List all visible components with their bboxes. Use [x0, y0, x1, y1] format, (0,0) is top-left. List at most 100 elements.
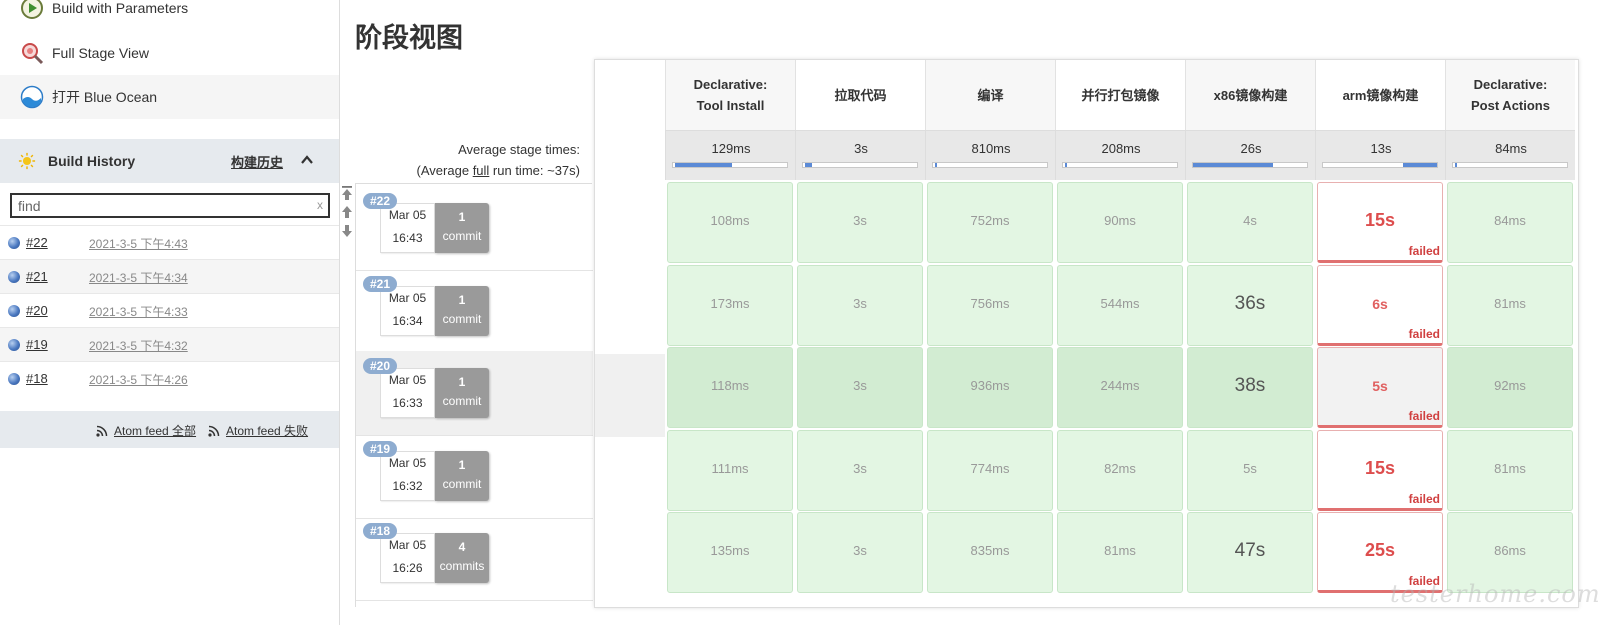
stage-cell[interactable]: 81ms: [1057, 512, 1183, 593]
build-run-row[interactable]: Mar 05 16:34 1 commit #21: [356, 269, 593, 354]
stage-cell[interactable]: 752ms: [927, 182, 1053, 263]
stage-cell[interactable]: 135ms: [667, 512, 793, 593]
stage-cell[interactable]: 90ms: [1057, 182, 1183, 263]
stage-cell[interactable]: 111ms: [667, 429, 793, 511]
stage-cell[interactable]: 3s: [797, 347, 923, 428]
run-number-badge[interactable]: #18: [363, 523, 397, 539]
commit-count: 1: [458, 457, 466, 472]
run-number-badge[interactable]: #20: [363, 358, 397, 374]
stage-cell[interactable]: 47s: [1187, 512, 1313, 593]
build-date-link[interactable]: 2021-3-5 下午4:26: [89, 371, 188, 388]
stage-cell[interactable]: 544ms: [1057, 264, 1183, 346]
build-trend-link[interactable]: 构建历史: [231, 152, 283, 171]
full-stage-view-task[interactable]: Full Stage View: [0, 31, 339, 75]
build-run-row[interactable]: Mar 05 16:32 1 commit #19: [356, 434, 593, 519]
build-date-link[interactable]: 2021-3-5 下午4:34: [89, 269, 188, 286]
history-row: #20 2021-3-5 下午4:33: [0, 293, 339, 327]
chevron-up-icon[interactable]: [300, 153, 314, 167]
stage-cell[interactable]: 3s: [797, 512, 923, 593]
stage-duration: 84ms: [1494, 213, 1526, 228]
history-row: #18 2021-3-5 下午4:26: [0, 361, 339, 395]
run-time: 16:26: [392, 561, 423, 575]
status-ball-icon: [8, 305, 20, 317]
stage-cell[interactable]: 5s: [1187, 429, 1313, 511]
run-commits-box[interactable]: 1 commit: [435, 285, 489, 336]
run-date-box: Mar 05 16:33: [380, 368, 435, 418]
stage-cell[interactable]: 4s: [1187, 182, 1313, 263]
stage-cell[interactable]: 756ms: [927, 264, 1053, 346]
commit-label: commits: [439, 559, 485, 573]
build-run-row[interactable]: Mar 05 16:43 1 commit #22: [356, 186, 593, 271]
stage-cell[interactable]: 3s: [797, 264, 923, 346]
status-ball-icon: [8, 373, 20, 385]
stage-cell[interactable]: 774ms: [927, 429, 1053, 511]
clear-search-icon[interactable]: x: [317, 198, 323, 212]
stage-cell[interactable]: 92ms: [1447, 347, 1573, 428]
rss-icon: [96, 425, 108, 437]
page-title: 阶段视图: [355, 23, 463, 53]
build-with-parameters-task[interactable]: Build with Parameters: [0, 0, 339, 30]
stage-cell[interactable]: 936ms: [927, 347, 1053, 428]
run-time: 16:32: [392, 478, 423, 493]
stage-cell[interactable]: 244ms: [1057, 347, 1183, 428]
scroll-up-icon[interactable]: [341, 205, 353, 219]
commit-count: 1: [458, 210, 466, 224]
build-run-row[interactable]: Mar 05 16:33 1 commit #20: [356, 351, 593, 436]
run-number-badge[interactable]: #22: [363, 193, 397, 209]
commit-label: commit: [442, 229, 482, 243]
run-commits-box[interactable]: 1 commit: [435, 203, 489, 253]
run-time: 16:34: [392, 313, 423, 328]
build-number-link[interactable]: #21: [26, 269, 48, 284]
stage-duration: 38s: [1234, 375, 1266, 396]
open-blue-ocean-task[interactable]: 打开 Blue Ocean: [0, 75, 339, 119]
stage-cell[interactable]: 81ms: [1447, 429, 1573, 511]
atom-feed-failed-link[interactable]: Atom feed 失败: [208, 422, 308, 439]
build-run-row[interactable]: Mar 05 16:26 4 commits #18: [356, 516, 593, 601]
stage-cell[interactable]: 108ms: [667, 182, 793, 263]
build-date-link[interactable]: 2021-3-5 下午4:32: [89, 337, 188, 354]
stage-duration: 752ms: [970, 213, 1010, 228]
stage-name-line1: 拉取代码: [834, 87, 887, 103]
run-time: 16:33: [392, 396, 423, 410]
stage-cell[interactable]: 3s: [797, 429, 923, 511]
full-run-link[interactable]: full: [473, 163, 490, 178]
stage-cell[interactable]: 3s: [797, 182, 923, 263]
stage-cell[interactable]: 36s: [1187, 264, 1313, 346]
run-commits-box[interactable]: 1 commit: [435, 450, 489, 501]
stage-cell[interactable]: 173ms: [667, 264, 793, 346]
stage-cell[interactable]: 38s: [1187, 347, 1313, 428]
atom-feed-all-link[interactable]: Atom feed 全部: [96, 422, 196, 439]
build-number-link[interactable]: #22: [26, 235, 48, 250]
stage-cell[interactable]: 81ms: [1447, 264, 1573, 346]
run-number-badge[interactable]: #19: [363, 440, 397, 457]
stage-average-cell: 84ms: [1445, 130, 1575, 180]
scroll-top-icon[interactable]: [341, 186, 353, 200]
build-search-input[interactable]: [12, 195, 328, 216]
stage-duration: 82ms: [1104, 460, 1136, 476]
stage-average-bar: [672, 162, 788, 168]
stage-duration: 15s: [1364, 457, 1396, 478]
stage-average-bar: [1452, 162, 1568, 168]
build-number-link[interactable]: #19: [26, 337, 48, 352]
stage-cell-failed[interactable]: 6s failed: [1317, 264, 1443, 346]
stage-duration: 5s: [1243, 460, 1257, 476]
stage-cell[interactable]: 835ms: [927, 512, 1053, 593]
run-commits-box[interactable]: 1 commit: [435, 368, 489, 418]
commit-label: commit: [442, 311, 482, 326]
stage-cell-failed[interactable]: 15s failed: [1317, 429, 1443, 511]
build-number-link[interactable]: #20: [26, 303, 48, 318]
stage-cell[interactable]: 118ms: [667, 347, 793, 428]
stage-cell[interactable]: 82ms: [1057, 429, 1183, 511]
run-commits-box[interactable]: 4 commits: [435, 533, 489, 583]
run-number-badge[interactable]: #21: [363, 275, 397, 292]
stage-cell-failed[interactable]: 15s failed: [1317, 182, 1443, 263]
scroll-down-icon[interactable]: [341, 224, 353, 238]
stage-cell[interactable]: 84ms: [1447, 182, 1573, 263]
status-ball-icon: [8, 237, 20, 249]
failed-label: failed: [1408, 409, 1440, 423]
build-date-link[interactable]: 2021-3-5 下午4:33: [89, 303, 188, 320]
build-number-link[interactable]: #18: [26, 371, 48, 386]
stage-cell-failed[interactable]: 5s failed: [1317, 347, 1443, 428]
build-date-link[interactable]: 2021-3-5 下午4:43: [89, 235, 188, 252]
stage-duration: 81ms: [1494, 295, 1526, 311]
